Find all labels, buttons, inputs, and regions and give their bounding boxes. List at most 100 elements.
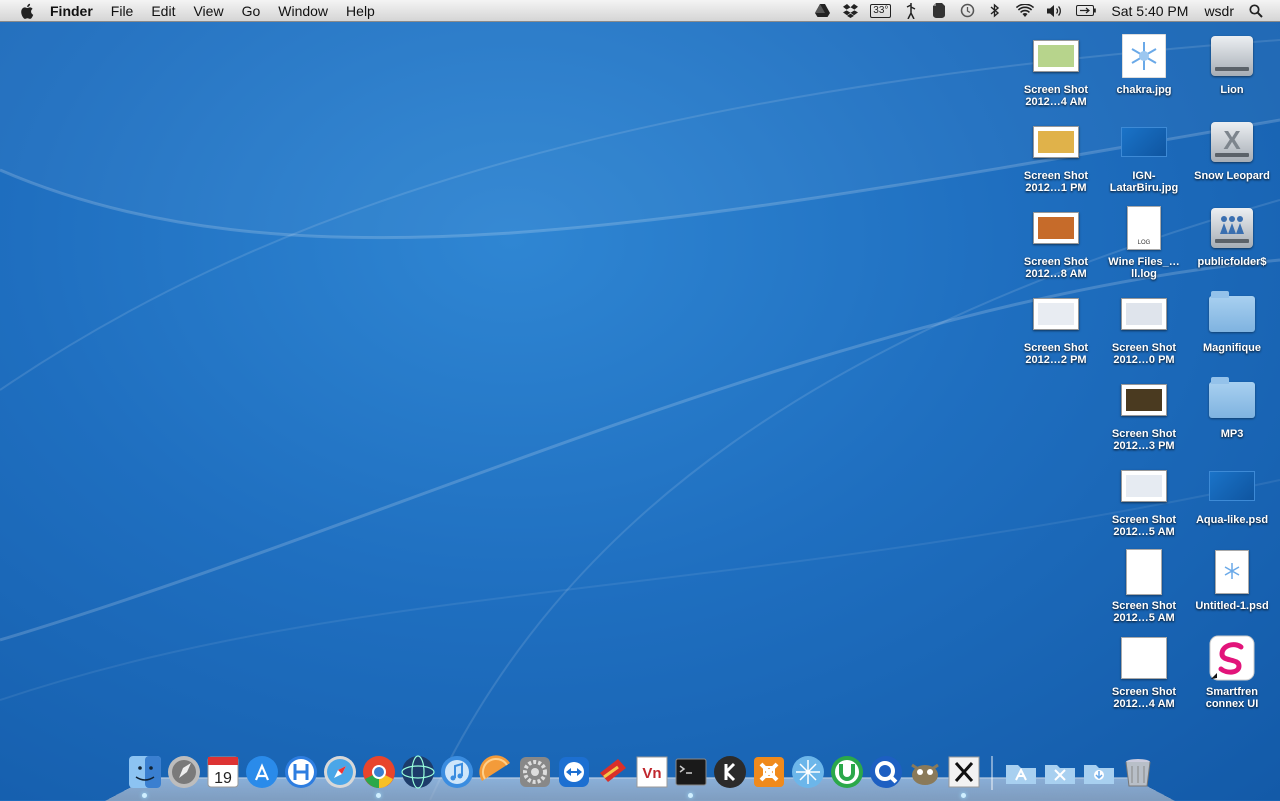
desktop-icon-screenshot[interactable]: Screen Shot 2012…5 AM bbox=[1102, 462, 1186, 538]
menu-go[interactable]: Go bbox=[233, 0, 270, 22]
network-radar-icon[interactable] bbox=[790, 754, 826, 790]
utilities-stack-icon[interactable] bbox=[1042, 754, 1078, 790]
desktop-icon-wine-log[interactable]: LOG Wine Files_…ll.log bbox=[1102, 204, 1186, 280]
terminal-icon[interactable] bbox=[673, 754, 709, 798]
desktop-icon-screenshot[interactable]: Screen Shot 2012…4 AM bbox=[1102, 634, 1186, 710]
desktop-icon-label: Screen Shot 2012…3 PM bbox=[1111, 428, 1177, 452]
temperature-icon[interactable]: 33° bbox=[870, 3, 892, 19]
running-indicator bbox=[141, 793, 147, 798]
desktop-icon-label: Screen Shot 2012…8 AM bbox=[1023, 256, 1089, 280]
vnc-icon[interactable]: Vn bbox=[634, 754, 670, 790]
folder-icon bbox=[1209, 377, 1255, 418]
dropbox-icon[interactable] bbox=[842, 3, 858, 19]
drive-icon[interactable] bbox=[814, 3, 830, 19]
battery-icon[interactable] bbox=[1075, 3, 1097, 19]
volume-icon[interactable] bbox=[1047, 3, 1063, 19]
chrome-icon[interactable] bbox=[361, 754, 397, 798]
document-thumbnail bbox=[1121, 637, 1167, 679]
apple-icon[interactable] bbox=[18, 2, 36, 20]
menu-file[interactable]: File bbox=[102, 0, 143, 22]
desktop-icon-screenshot[interactable]: Screen Shot 2012…3 PM bbox=[1102, 376, 1186, 452]
desktop-icon-untitled-psd[interactable]: Untitled-1.psd bbox=[1190, 548, 1274, 612]
desktop-icon-magnifique[interactable]: Magnifique bbox=[1190, 290, 1274, 354]
screenshot-thumbnail bbox=[1033, 212, 1079, 244]
downloads-stack-icon[interactable] bbox=[1081, 754, 1117, 790]
safari-icon[interactable] bbox=[322, 754, 358, 790]
document-thumbnail bbox=[1126, 549, 1162, 595]
running-indicator bbox=[375, 793, 381, 798]
svg-text:Vn: Vn bbox=[642, 765, 661, 782]
menubar-clock[interactable]: Sat 5:40 PM bbox=[1111, 3, 1188, 19]
desktop-icon-label: Aqua-like.psd bbox=[1195, 514, 1269, 526]
app-store-icon[interactable] bbox=[244, 754, 280, 790]
desktop-icon-label: Wine Files_…ll.log bbox=[1108, 256, 1180, 280]
dock: 19 Vn bbox=[125, 750, 1157, 798]
desktop-icon-label: Screen Shot 2012…5 AM bbox=[1111, 600, 1177, 624]
screenshot-thumbnail bbox=[1033, 126, 1079, 158]
desktop-icon-label: Untitled-1.psd bbox=[1195, 600, 1269, 612]
smartfren-app-icon bbox=[1209, 635, 1255, 681]
applications-stack-icon[interactable] bbox=[1003, 754, 1039, 790]
desktop-icon-label: Lion bbox=[1220, 84, 1244, 96]
fast-user-switch[interactable]: wsdr bbox=[1204, 3, 1234, 19]
menu-edit[interactable]: Edit bbox=[142, 0, 184, 22]
calendar-icon[interactable]: 19 bbox=[205, 754, 241, 790]
orange-slice-icon[interactable] bbox=[478, 754, 514, 790]
menu-view[interactable]: View bbox=[184, 0, 232, 22]
desktop-icon-label: Screen Shot 2012…0 PM bbox=[1111, 342, 1177, 366]
utorrent-icon[interactable] bbox=[829, 754, 865, 790]
menu-window[interactable]: Window bbox=[269, 0, 337, 22]
dock-separator bbox=[991, 756, 993, 790]
cleanmymac-icon[interactable] bbox=[595, 754, 631, 790]
desktop-icon-label: Screen Shot 2012…4 AM bbox=[1111, 686, 1177, 710]
xampp-icon[interactable] bbox=[751, 754, 787, 790]
desktop-icon-chakra[interactable]: chakra.jpg bbox=[1102, 32, 1186, 96]
folder-icon bbox=[1209, 291, 1255, 332]
desktop-icon-snow-leopard-drive[interactable]: X Snow Leopard bbox=[1190, 118, 1274, 182]
running-indicator bbox=[687, 793, 693, 798]
desktop-icon-mp3[interactable]: MP3 bbox=[1190, 376, 1274, 440]
spotlight-search-icon[interactable] bbox=[1248, 3, 1264, 19]
gimp-icon[interactable] bbox=[907, 754, 943, 790]
desktop-icon-screenshot[interactable]: Screen Shot 2012…8 AM bbox=[1014, 204, 1098, 280]
menu-help[interactable]: Help bbox=[337, 0, 384, 22]
x11-icon[interactable] bbox=[946, 754, 982, 798]
wifi-icon[interactable] bbox=[1015, 3, 1035, 19]
teamviewer-icon[interactable] bbox=[556, 754, 592, 790]
desktop-icon-label: Screen Shot 2012…4 AM bbox=[1023, 84, 1089, 108]
psd-file-icon bbox=[1215, 550, 1249, 594]
screenshot-thumbnail bbox=[1121, 384, 1167, 416]
bluetooth-icon[interactable] bbox=[987, 3, 1003, 19]
menu-app-finder[interactable]: Finder bbox=[50, 0, 102, 22]
desktop-icon-lion-drive[interactable]: Lion bbox=[1190, 32, 1274, 96]
system-preferences-icon[interactable] bbox=[517, 754, 553, 790]
desktop-icon-screenshot[interactable]: Screen Shot 2012…0 PM bbox=[1102, 290, 1186, 366]
evernote-icon[interactable] bbox=[931, 3, 947, 19]
quicktime-icon[interactable] bbox=[868, 754, 904, 790]
time-machine-icon[interactable] bbox=[959, 3, 975, 19]
launchpad-icon[interactable] bbox=[166, 754, 202, 790]
desktop-icon-aqua-like[interactable]: Aqua-like.psd bbox=[1190, 462, 1274, 526]
desktop-icon-label: Magnifique bbox=[1202, 342, 1262, 354]
desktop-icon-ign-latarbiru[interactable]: IGN-LatarBiru.jpg bbox=[1102, 118, 1186, 194]
growl-icon[interactable] bbox=[903, 2, 919, 19]
itunes-icon[interactable] bbox=[439, 754, 475, 790]
temperature-readout: 33° bbox=[870, 3, 892, 18]
k-app-icon[interactable] bbox=[712, 754, 748, 790]
desktop-icon-screenshot[interactable]: Screen Shot 2012…2 PM bbox=[1014, 290, 1098, 366]
trash-icon[interactable] bbox=[1120, 754, 1156, 790]
x-drive-icon: X bbox=[1211, 122, 1253, 162]
finder-icon[interactable] bbox=[127, 754, 163, 798]
h-app-icon[interactable] bbox=[283, 754, 319, 790]
desktop-icon-label: Snow Leopard bbox=[1194, 170, 1270, 182]
network-globe-icon[interactable] bbox=[400, 754, 436, 790]
image-thumbnail bbox=[1121, 127, 1167, 157]
desktop-icon-screenshot[interactable]: Screen Shot 2012…5 AM bbox=[1102, 548, 1186, 624]
shared-drive-icon bbox=[1211, 208, 1253, 248]
desktop-icon-label: chakra.jpg bbox=[1116, 84, 1172, 96]
desktop-icon-screenshot[interactable]: Screen Shot 2012…1 PM bbox=[1014, 118, 1098, 194]
screenshot-thumbnail bbox=[1033, 40, 1079, 72]
desktop-icon-publicfolder[interactable]: publicfolder$ bbox=[1190, 204, 1274, 268]
desktop-icon-smartfren[interactable]: Smartfren connex UI bbox=[1190, 634, 1274, 710]
desktop-icon-screenshot[interactable]: Screen Shot 2012…4 AM bbox=[1014, 32, 1098, 108]
